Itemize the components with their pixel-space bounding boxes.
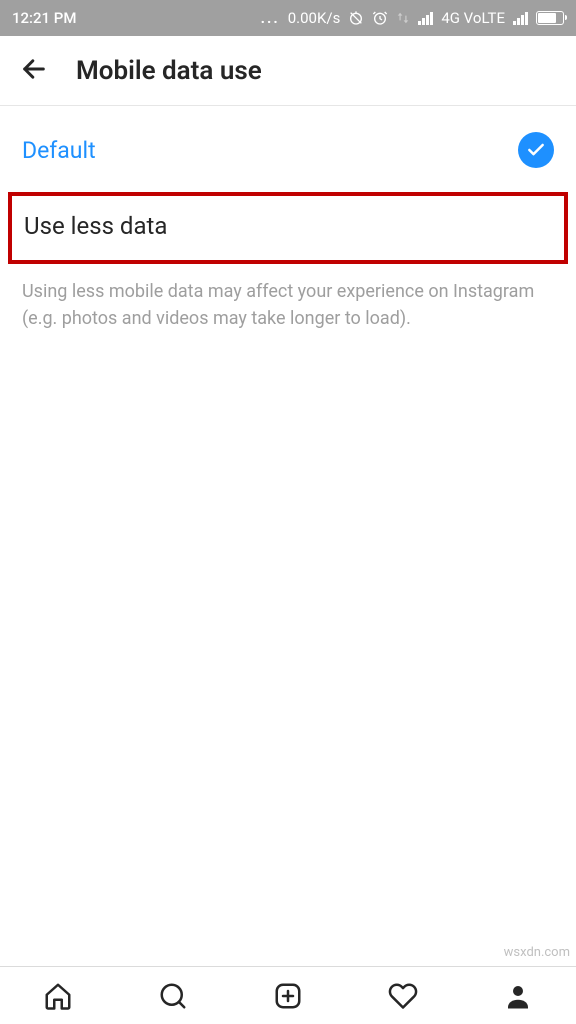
nav-activity[interactable]: [383, 976, 423, 1016]
network-label: 4G VoLTE: [441, 9, 505, 27]
description-text: Using less mobile data may affect your e…: [0, 264, 576, 346]
status-right: ... 0.00K/s 4G VoLTE: [261, 9, 564, 27]
status-time: 12:21 PM: [12, 9, 76, 27]
mute-icon: [348, 10, 364, 26]
alarm-icon: [372, 10, 388, 26]
app-header: Mobile data use: [0, 36, 576, 106]
data-speed: 0.00K/s: [288, 9, 341, 27]
signal-icon: [418, 11, 433, 25]
checkmark-icon: [518, 132, 554, 168]
status-bar: 12:21 PM ... 0.00K/s 4G VoLTE: [0, 0, 576, 36]
bottom-nav: [0, 966, 576, 1024]
option-default[interactable]: Default: [0, 106, 576, 192]
watermark: wsxdn.com: [504, 945, 570, 960]
nav-add-post[interactable]: [268, 976, 308, 1016]
nav-profile[interactable]: [498, 976, 538, 1016]
back-button[interactable]: [20, 55, 48, 87]
content-area: Default Use less data Using less mobile …: [0, 106, 576, 346]
page-title: Mobile data use: [76, 56, 262, 86]
option-default-label: Default: [22, 137, 96, 164]
option-use-less-data-label: Use less data: [24, 212, 167, 240]
signal-icon-2: [513, 11, 528, 25]
more-dots-icon: ...: [261, 9, 280, 27]
nav-home[interactable]: [38, 976, 78, 1016]
battery-icon: [536, 11, 564, 25]
nav-search[interactable]: [153, 976, 193, 1016]
data-transfer-icon: [396, 11, 410, 25]
option-use-less-data[interactable]: Use less data: [8, 192, 568, 264]
